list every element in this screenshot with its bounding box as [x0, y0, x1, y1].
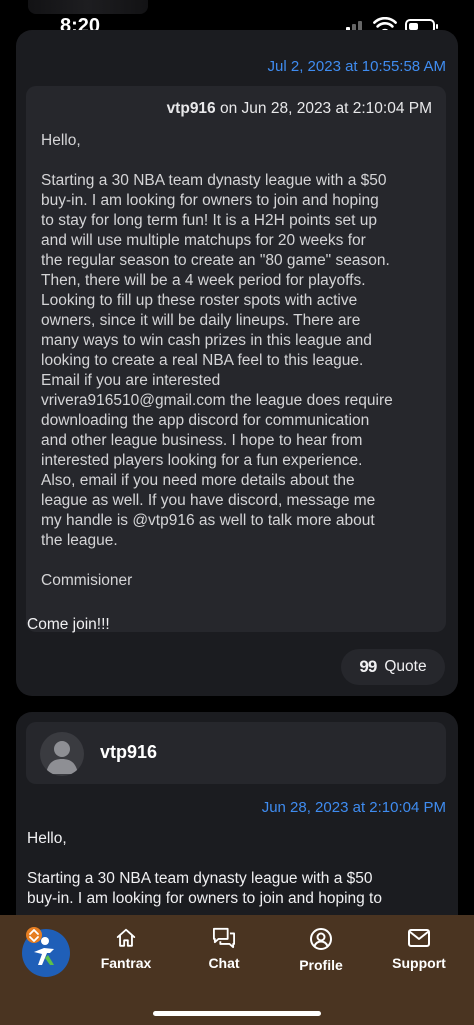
quote-button-label: Quote [384, 658, 427, 675]
nav-label: Support [392, 955, 446, 971]
quote-date: on Jun 28, 2023 at 2:10:04 PM [220, 100, 432, 117]
quote-button[interactable]: 99 Quote [341, 649, 445, 685]
nav-item-fantrax[interactable]: Fantrax [81, 927, 171, 971]
quote-block: vtp916 on Jun 28, 2023 at 2:10:04 PM Hel… [26, 86, 446, 632]
quote-greeting: Hello, [41, 132, 81, 149]
mail-icon [408, 929, 430, 947]
bottom-nav: Fantrax Chat Profile Support [0, 915, 474, 1025]
post-text: Starting a 30 NBA team dynasty league wi… [27, 870, 382, 907]
profile-icon [310, 928, 332, 950]
post-date[interactable]: Jul 2, 2023 at 10:55:58 AM [268, 58, 446, 75]
post-card: vtp916 Jun 28, 2023 at 2:10:04 PM Hello,… [16, 712, 458, 932]
nav-label: Profile [299, 957, 343, 973]
post-greeting: Hello, [27, 830, 67, 847]
quote-body: Hello, Starting a 30 NBA team dynasty le… [41, 131, 436, 591]
nav-item-support[interactable]: Support [374, 927, 464, 971]
home-icon [116, 928, 136, 947]
post-card: Jul 2, 2023 at 10:55:58 AM vtp916 on Jun… [16, 30, 458, 696]
nav-item-profile[interactable]: Profile [276, 927, 366, 973]
fantrax-logo[interactable] [20, 925, 72, 977]
quote-signature: Commisioner [41, 572, 133, 589]
nav-label: Fantrax [100, 955, 152, 971]
quote-author[interactable]: vtp916 [167, 100, 216, 117]
quote-icon: 99 [359, 657, 377, 676]
user-icon [46, 741, 78, 774]
post-text: Come join!!! [27, 616, 110, 633]
status-blur [28, 0, 148, 14]
avatar [40, 732, 84, 776]
nav-label: Chat [208, 955, 240, 971]
post-date[interactable]: Jun 28, 2023 at 2:10:04 PM [262, 799, 446, 816]
quote-header: vtp916 on Jun 28, 2023 at 2:10:04 PM [167, 100, 432, 118]
home-indicator[interactable] [153, 1011, 321, 1016]
nav-item-chat[interactable]: Chat [179, 927, 269, 971]
post-body: Hello, Starting a 30 NBA team dynasty le… [27, 829, 447, 929]
author-header[interactable]: vtp916 [26, 722, 446, 784]
author-name[interactable]: vtp916 [100, 742, 157, 763]
chat-icon [213, 927, 235, 949]
quote-text: Starting a 30 NBA team dynasty league wi… [41, 172, 393, 549]
